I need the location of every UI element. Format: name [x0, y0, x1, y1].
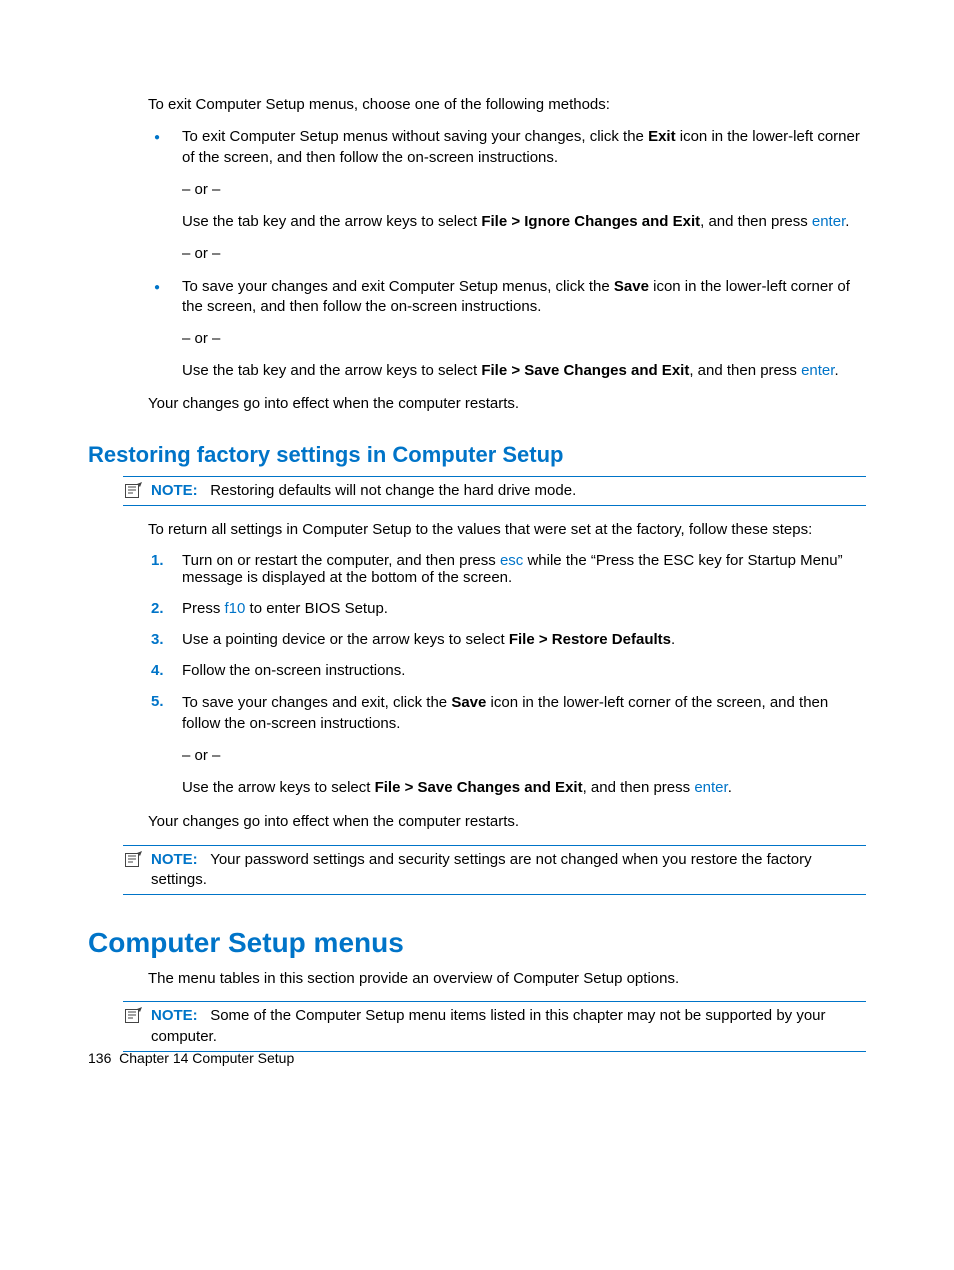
step-4: Follow the on-screen instructions.	[148, 662, 866, 679]
text: to enter BIOS Setup.	[245, 600, 388, 617]
note-icon	[125, 482, 143, 498]
enter-key: enter	[694, 779, 727, 796]
save-bold: Save	[451, 694, 486, 711]
save-changes-text: Use the tab key and the arrow keys to se…	[182, 361, 866, 381]
note-icon	[125, 1007, 143, 1023]
page-footer: 136 Chapter 14 Computer Setup	[88, 1050, 294, 1066]
note-password-security: NOTE: Your password settings and securit…	[123, 845, 866, 896]
text: Press	[182, 600, 225, 617]
note-text: Your password settings and security sett…	[151, 851, 812, 888]
step-5: To save your changes and exit, click the…	[148, 693, 866, 798]
note-body: NOTE: Restoring defaults will not change…	[123, 481, 866, 501]
exit-with-saving-item: To save your changes and exit Computer S…	[148, 277, 866, 382]
page: To exit Computer Setup menus, choose one…	[0, 0, 954, 1126]
text: , and then press	[583, 779, 695, 796]
text: Use a pointing device or the arrow keys …	[182, 631, 509, 648]
menus-heading: Computer Setup menus	[88, 927, 866, 959]
esc-key: esc	[500, 552, 523, 569]
exit-no-save-text: To exit Computer Setup menus without sav…	[182, 127, 866, 168]
note-body: NOTE: Your password settings and securit…	[123, 850, 866, 891]
note-body: NOTE: Some of the Computer Setup menu it…	[123, 1006, 866, 1047]
or-separator: – or –	[182, 180, 866, 200]
ignore-changes-text: Use the tab key and the arrow keys to se…	[182, 212, 866, 232]
step5-alt: Use the arrow keys to select File > Save…	[182, 778, 866, 798]
note-unsupported-items: NOTE: Some of the Computer Setup menu it…	[123, 1001, 866, 1052]
or-separator: – or –	[182, 329, 866, 349]
menu-path: File > Restore Defaults	[509, 631, 671, 648]
note-label: NOTE:	[151, 482, 198, 499]
text: .	[671, 631, 675, 648]
text: , and then press	[700, 213, 812, 230]
exit-without-saving-item: To exit Computer Setup menus without sav…	[148, 127, 866, 264]
text: .	[834, 362, 838, 379]
menu-path: File > Save Changes and Exit	[481, 362, 689, 379]
note-label: NOTE:	[151, 1007, 198, 1024]
page-number: 136	[88, 1050, 111, 1066]
chapter-title: Chapter 14 Computer Setup	[119, 1050, 294, 1066]
text: , and then press	[689, 362, 801, 379]
text: To save your changes and exit Computer S…	[182, 278, 614, 295]
text: To save your changes and exit, click the	[182, 694, 451, 711]
nested-block: – or – Use the tab key and the arrow key…	[182, 180, 866, 265]
text: Use the tab key and the arrow keys to se…	[182, 362, 481, 379]
text: Turn on or restart the computer, and the…	[182, 552, 500, 569]
text: .	[845, 213, 849, 230]
restore-steps: Turn on or restart the computer, and the…	[148, 552, 866, 798]
or-separator: – or –	[182, 244, 866, 264]
save-bold: Save	[614, 278, 649, 295]
or-separator: – or –	[182, 746, 866, 766]
restoring-heading: Restoring factory settings in Computer S…	[88, 442, 866, 468]
f10-key: f10	[225, 600, 246, 617]
step5-main: To save your changes and exit, click the…	[182, 693, 866, 734]
text: Use the tab key and the arrow keys to se…	[182, 213, 481, 230]
note-restore-defaults: NOTE: Restoring defaults will not change…	[123, 476, 866, 506]
menu-path: File > Save Changes and Exit	[375, 779, 583, 796]
step-3: Use a pointing device or the arrow keys …	[148, 631, 866, 648]
intro-paragraph: To exit Computer Setup menus, choose one…	[148, 95, 866, 115]
note-label: NOTE:	[151, 851, 198, 868]
step-2: Press f10 to enter BIOS Setup.	[148, 600, 866, 617]
restart-effect-text: Your changes go into effect when the com…	[148, 394, 866, 414]
restore-intro: To return all settings in Computer Setup…	[148, 520, 866, 540]
exit-bold: Exit	[648, 128, 676, 145]
exit-methods-list: To exit Computer Setup menus without sav…	[148, 127, 866, 381]
nested-block: – or – Use the tab key and the arrow key…	[182, 329, 866, 382]
text: Use the arrow keys to select	[182, 779, 375, 796]
note-text: Some of the Computer Setup menu items li…	[151, 1007, 826, 1044]
text: To exit Computer Setup menus without sav…	[182, 128, 648, 145]
enter-key: enter	[812, 213, 845, 230]
menu-path: File > Ignore Changes and Exit	[481, 213, 700, 230]
menus-intro: The menu tables in this section provide …	[148, 969, 866, 989]
text: .	[728, 779, 732, 796]
exit-save-text: To save your changes and exit Computer S…	[182, 277, 866, 318]
note-text: Restoring defaults will not change the h…	[210, 482, 576, 499]
enter-key: enter	[801, 362, 834, 379]
step-1: Turn on or restart the computer, and the…	[148, 552, 866, 586]
restart-effect-text-2: Your changes go into effect when the com…	[148, 812, 866, 832]
note-icon	[125, 851, 143, 867]
